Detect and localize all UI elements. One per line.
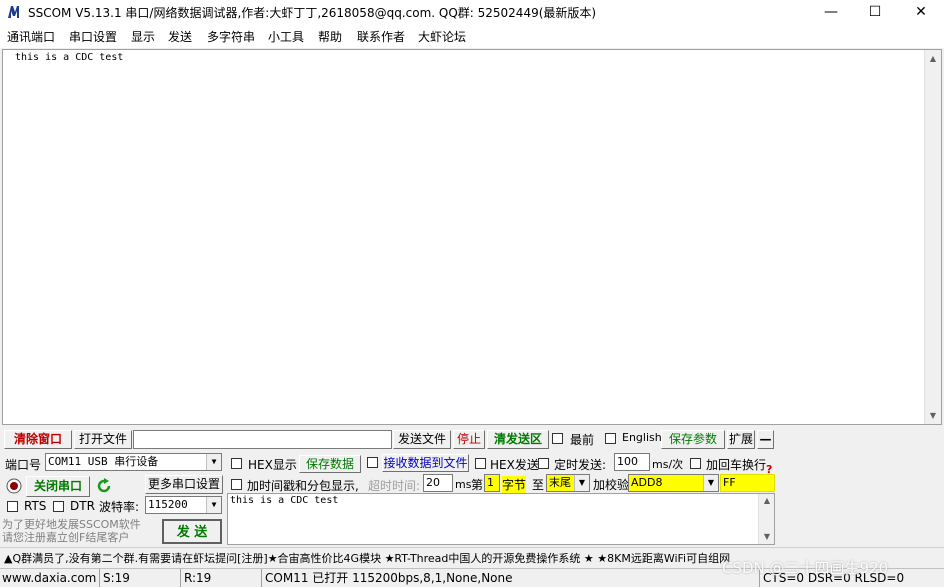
received-count: R:19 [182, 569, 262, 587]
add-crlf-checkbox[interactable] [690, 458, 701, 469]
hex-display-label: HEX显示 [248, 458, 297, 472]
baud-select[interactable]: 115200 ▼ [145, 496, 222, 514]
menu-display[interactable]: 显示 [131, 28, 155, 45]
menu-help[interactable]: 帮助 [318, 28, 342, 45]
dtr-label: DTR [70, 499, 95, 513]
maximize-icon[interactable]: ☐ [852, 0, 898, 24]
chevron-down-icon: ▼ [574, 475, 589, 491]
collapse-button[interactable]: — [757, 430, 774, 449]
chevron-down-icon: ▼ [703, 475, 718, 491]
more-settings-button[interactable]: 更多串口设置 [145, 475, 223, 494]
port-select-value: COM11 USB 串行设备 [48, 455, 159, 468]
interval-unit: ms/次 [652, 458, 684, 471]
promo-text[interactable]: 为了更好地发展SSCOM软件 请您注册嘉立创F结尾客户 [2, 518, 141, 544]
app-icon [7, 5, 21, 19]
hex-send-checkbox[interactable] [475, 458, 486, 469]
menu-send[interactable]: 发送 [168, 28, 192, 45]
timeout-unit: ms [455, 478, 472, 491]
baud-label: 波特率: [99, 500, 140, 514]
menu-forum[interactable]: 大虾论坛 [418, 28, 466, 45]
menu-tools[interactable]: 小工具 [268, 28, 304, 45]
topmost-checkbox[interactable] [552, 433, 563, 444]
receive-text: this is a CDC test [15, 52, 124, 63]
hex-display-checkbox[interactable] [231, 458, 242, 469]
receive-area[interactable]: this is a CDC test ▲ ▼ [2, 49, 942, 425]
interval-input[interactable]: 100 [614, 453, 650, 471]
ticker-text[interactable]: ▲Q群满员了,没有第二个群.有需要请在虾坛提问[注册]★合宙高性价比4G模块 ★… [4, 550, 730, 566]
checksum-result: FF [720, 474, 775, 492]
byte-label: 字节 [502, 476, 527, 493]
timestamp-checkbox[interactable] [231, 479, 242, 490]
website-link[interactable]: www.daxia.com [0, 569, 100, 587]
rts-label: RTS [24, 499, 47, 513]
timeout-input[interactable]: 20 [423, 474, 453, 492]
title-bar: SSCOM V5.13.1 串口/网络数据调试器,作者:大虾丁丁,2618058… [0, 0, 944, 24]
expand-button[interactable]: 扩展 [727, 430, 755, 449]
stop-button[interactable]: 停止 [453, 430, 485, 449]
save-params-button[interactable]: 保存参数 [661, 430, 725, 449]
send-file-button[interactable]: 发送文件 [393, 430, 451, 449]
timed-send-label: 定时发送: [554, 458, 607, 472]
recv-to-file-checkbox[interactable] [367, 457, 378, 468]
menu-comm-port[interactable]: 通讯端口 [7, 28, 55, 45]
open-file-button[interactable]: 打开文件 [74, 430, 132, 449]
nth-byte-input[interactable]: 1 [484, 474, 500, 492]
checksum-label: 加校验 [593, 478, 630, 492]
timestamp-label: 加时间戳和分包显示, [247, 479, 359, 493]
watermark: CSDN @二十四画生920 [722, 559, 889, 577]
timed-send-checkbox[interactable] [538, 458, 549, 469]
clear-send-button[interactable]: 清发送区 [487, 430, 549, 449]
port-status-text: COM11 已打开 115200bps,8,1,None,None [263, 569, 760, 587]
baud-select-value: 115200 [148, 498, 188, 511]
send-area[interactable]: this is a CDC test ▲ ▼ [227, 493, 775, 545]
rts-checkbox[interactable] [7, 501, 18, 512]
menu-bar: 通讯端口 串口设置 显示 发送 多字符串 小工具 帮助 联系作者 大虾论坛 [0, 24, 944, 48]
dtr-checkbox[interactable] [53, 501, 64, 512]
refresh-icon[interactable] [95, 477, 113, 495]
scroll-up-icon[interactable]: ▲ [925, 50, 941, 67]
port-label: 端口号 [5, 458, 42, 472]
menu-serial-settings[interactable]: 串口设置 [69, 28, 117, 45]
chevron-down-icon: ▼ [206, 497, 221, 513]
port-status-icon [6, 478, 22, 494]
recv-to-file-button[interactable]: 接收数据到文件 [382, 454, 469, 472]
receive-scrollbar[interactable]: ▲ ▼ [924, 50, 941, 424]
timeout-label: 超时时间: [368, 479, 421, 493]
end-select[interactable]: 末尾 ▼ [546, 474, 590, 492]
scroll-down-icon[interactable]: ▼ [925, 407, 941, 424]
to-label: 至 [532, 478, 545, 492]
close-port-button[interactable]: 关闭串口 [26, 476, 90, 497]
port-select[interactable]: COM11 USB 串行设备 ▼ [45, 453, 222, 471]
end-select-value: 末尾 [549, 476, 571, 489]
sscom-window: SSCOM V5.13.1 串口/网络数据调试器,作者:大虾丁丁,2618058… [0, 0, 944, 587]
hex-send-label: HEX发送 [490, 458, 539, 472]
minimize-icon[interactable]: — [808, 0, 854, 24]
send-text: this is a CDC test [230, 495, 339, 506]
menu-multi-string[interactable]: 多字符串 [207, 28, 255, 45]
topmost-label: 最前 [570, 433, 595, 447]
checksum-select-value: ADD8 [631, 476, 663, 489]
english-checkbox[interactable] [605, 433, 616, 444]
send-scrollbar[interactable]: ▲ ▼ [758, 494, 774, 544]
sent-count: S:19 [101, 569, 181, 587]
close-icon[interactable]: ✕ [898, 0, 944, 24]
send-button[interactable]: 发 送 [162, 519, 222, 544]
clear-window-button[interactable]: 清除窗口 [4, 430, 72, 449]
file-path-input[interactable] [133, 430, 392, 449]
chevron-down-icon: ▼ [206, 454, 221, 470]
menu-contact-author[interactable]: 联系作者 [357, 28, 405, 45]
scroll-down-icon[interactable]: ▼ [759, 530, 775, 544]
window-title: SSCOM V5.13.1 串口/网络数据调试器,作者:大虾丁丁,2618058… [28, 6, 597, 20]
checksum-select[interactable]: ADD8 ▼ [628, 474, 719, 492]
add-crlf-label: 加回车换行 [706, 458, 767, 472]
nth-label: 第 [471, 478, 484, 492]
english-label: English [622, 431, 662, 444]
save-data-button[interactable]: 保存数据 [299, 455, 361, 473]
scroll-up-icon[interactable]: ▲ [759, 494, 775, 508]
